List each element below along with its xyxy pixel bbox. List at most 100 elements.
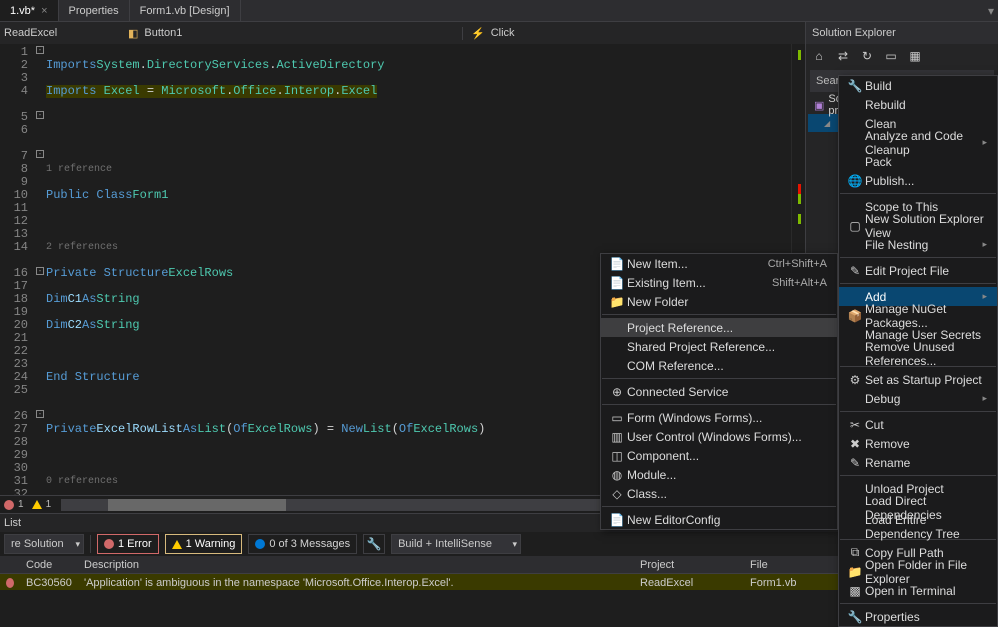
comp-icon: ◫ bbox=[607, 449, 627, 463]
form-icon: ▭ bbox=[607, 411, 627, 425]
menu-item[interactable]: 📄Existing Item...Shift+Alt+A bbox=[601, 273, 837, 292]
menu-item[interactable]: ◇Class... bbox=[601, 484, 837, 503]
menu-item[interactable]: 📁New Folder bbox=[601, 292, 837, 311]
menu-label: File Nesting bbox=[865, 238, 982, 252]
warnings-filter[interactable]: 1 Warning bbox=[165, 534, 243, 554]
menu-item[interactable]: Shared Project Reference... bbox=[601, 337, 837, 356]
error-count[interactable]: 1 bbox=[0, 499, 28, 510]
file-icon: 📄 bbox=[607, 276, 627, 290]
menu-item[interactable]: ◍Module... bbox=[601, 465, 837, 484]
col-file[interactable]: File bbox=[744, 556, 844, 573]
home-icon[interactable]: ⌂ bbox=[810, 47, 828, 65]
menu-item[interactable]: 📦Manage NuGet Packages... bbox=[839, 306, 997, 325]
menu-label: New Folder bbox=[627, 295, 827, 309]
collapse-icon[interactable]: ▭ bbox=[882, 47, 900, 65]
globe-icon: 🌐 bbox=[845, 174, 865, 188]
folder-icon: 📁 bbox=[607, 295, 627, 309]
menu-item[interactable]: 🔧Properties bbox=[839, 607, 997, 626]
menu-label: Open Folder in File Explorer bbox=[865, 558, 987, 586]
wrench-icon: 🔧 bbox=[845, 79, 865, 93]
menu-item[interactable]: ✖Remove bbox=[839, 434, 997, 453]
menu-item[interactable]: ✎Edit Project File bbox=[839, 261, 997, 280]
menu-label: Load Entire Dependency Tree bbox=[865, 513, 987, 541]
menu-label: New Item... bbox=[627, 257, 748, 271]
menu-item[interactable]: ⊕Connected Service bbox=[601, 382, 837, 401]
tab-overflow[interactable]: ▾ bbox=[984, 0, 998, 21]
menu-label: Module... bbox=[627, 468, 827, 482]
menu-label: Class... bbox=[627, 487, 827, 501]
menu-item[interactable]: ◫Component... bbox=[601, 446, 837, 465]
filter-icon[interactable]: 🔧 bbox=[363, 534, 385, 554]
menu-item[interactable]: 📄New Item...Ctrl+Shift+A bbox=[601, 254, 837, 273]
menu-item[interactable]: 🔧Build bbox=[839, 76, 997, 95]
tab-form1-vb[interactable]: 1.vb*× bbox=[0, 0, 59, 21]
menu-item[interactable]: ⚙Set as Startup Project bbox=[839, 370, 997, 389]
menu-item[interactable]: ▥User Control (Windows Forms)... bbox=[601, 427, 837, 446]
menu-label: Rebuild bbox=[865, 98, 987, 112]
menu-label: User Control (Windows Forms)... bbox=[627, 430, 827, 444]
menu-item[interactable]: 📁Open Folder in File Explorer bbox=[839, 562, 997, 581]
menu-label: Manage NuGet Packages... bbox=[865, 302, 987, 330]
menu-label: Existing Item... bbox=[627, 276, 752, 290]
menu-item[interactable]: 📄New EditorConfig bbox=[601, 510, 837, 529]
close-icon[interactable]: × bbox=[41, 5, 47, 17]
source-combo[interactable]: Build + IntelliSense bbox=[391, 534, 521, 554]
menu-item[interactable]: File Nesting▸ bbox=[839, 235, 997, 254]
menu-label: New Solution Explorer View bbox=[865, 212, 987, 240]
menu-item[interactable]: Load Entire Dependency Tree bbox=[839, 517, 997, 536]
menu-item[interactable]: Rebuild bbox=[839, 95, 997, 114]
messages-filter[interactable]: 0 of 3 Messages bbox=[248, 534, 357, 554]
col-proj[interactable]: Project bbox=[634, 556, 744, 573]
tab-form1-design[interactable]: Form1.vb [Design] bbox=[130, 0, 241, 21]
rename-icon: ✎ bbox=[845, 456, 865, 470]
scope-combo[interactable]: re Solution bbox=[4, 534, 84, 554]
menu-item[interactable]: Debug▸ bbox=[839, 389, 997, 408]
menu-label: Remove bbox=[865, 437, 987, 451]
menu-label: Build bbox=[865, 79, 987, 93]
menu-item[interactable]: ✎Rename bbox=[839, 453, 997, 472]
solution-explorer-title: Solution Explorer bbox=[806, 22, 998, 44]
sync-icon[interactable]: ⇄ bbox=[834, 47, 852, 65]
wrench-icon: 🔧 bbox=[845, 610, 865, 624]
remove-icon: ✖ bbox=[845, 437, 865, 451]
line-numbers: 1234567891011121314161718192021222324252… bbox=[0, 44, 34, 495]
menu-label: Set as Startup Project bbox=[865, 373, 987, 387]
warn-count[interactable]: 1 bbox=[28, 499, 56, 510]
menu-label: Connected Service bbox=[627, 385, 827, 399]
col-desc[interactable]: Description bbox=[78, 556, 634, 573]
outlining-margin[interactable]: - - - - - bbox=[34, 44, 46, 495]
menu-item[interactable]: Project Reference... bbox=[601, 318, 837, 337]
menu-item[interactable]: ▭Form (Windows Forms)... bbox=[601, 408, 837, 427]
event-combo[interactable]: ⚡Click bbox=[462, 27, 805, 40]
menu-label: COM Reference... bbox=[627, 359, 827, 373]
menu-label: Debug bbox=[865, 392, 982, 406]
menu-label: Rename bbox=[865, 456, 987, 470]
menu-label: Remove Unused References... bbox=[865, 340, 987, 368]
scope-combo[interactable]: ReadExcel bbox=[0, 27, 57, 39]
menu-item[interactable]: 🌐Publish... bbox=[839, 171, 997, 190]
menu-item[interactable]: ▩Open in Terminal bbox=[839, 581, 997, 600]
menu-item[interactable]: Pack bbox=[839, 152, 997, 171]
menu-label: Analyze and Code Cleanup bbox=[865, 129, 982, 157]
menu-item[interactable]: COM Reference... bbox=[601, 356, 837, 375]
h-scrollbar[interactable] bbox=[61, 499, 652, 511]
menu-item[interactable]: Analyze and Code Cleanup▸ bbox=[839, 133, 997, 152]
menu-item[interactable]: ▢New Solution Explorer View bbox=[839, 216, 997, 235]
error-list-tab[interactable]: List bbox=[0, 517, 21, 529]
refresh-icon[interactable]: ↻ bbox=[858, 47, 876, 65]
errors-filter[interactable]: 1 Error bbox=[97, 534, 159, 554]
file-icon: 📄 bbox=[607, 513, 627, 527]
menu-label: Publish... bbox=[865, 174, 987, 188]
show-all-icon[interactable]: ▦ bbox=[906, 47, 924, 65]
menu-label: Shared Project Reference... bbox=[627, 340, 827, 354]
copy-icon: ⧉ bbox=[845, 545, 865, 560]
nuget-icon: 📦 bbox=[845, 309, 865, 323]
terminal-icon: ▩ bbox=[845, 584, 865, 598]
tab-properties[interactable]: Properties bbox=[59, 0, 130, 21]
menu-item[interactable]: ✂Cut bbox=[839, 415, 997, 434]
uc-icon: ▥ bbox=[607, 430, 627, 444]
object-combo[interactable]: ◧Button1 bbox=[120, 27, 462, 40]
menu-item[interactable]: Remove Unused References... bbox=[839, 344, 997, 363]
col-code[interactable]: Code bbox=[20, 556, 78, 573]
menu-label: New EditorConfig bbox=[627, 513, 827, 527]
